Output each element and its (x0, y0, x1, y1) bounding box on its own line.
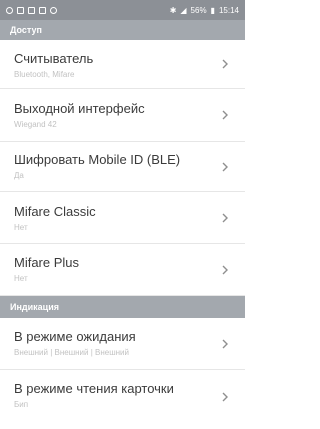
setting-item-standby-mode[interactable]: В режиме ожидания Внешний | Внешний | Вн… (0, 318, 245, 370)
item-subtitle: Да (14, 171, 24, 180)
bluetooth-icon: ✱ (169, 5, 177, 15)
chevron-right-icon (222, 162, 228, 171)
setting-item-encrypt-mobile-id[interactable]: Шифровать Mobile ID (BLE) Да (0, 142, 245, 192)
search-icon (50, 6, 57, 14)
item-title: Шифровать Mobile ID (BLE) (14, 152, 181, 167)
battery-icon: ▮ (210, 5, 215, 15)
signal-icon: ◢ (180, 5, 187, 15)
chevron-right-icon (222, 339, 228, 348)
status-bar: ✱ ◢ 56% ▮ 15:14 (0, 0, 245, 20)
setting-item-mifare-plus[interactable]: Mifare Plus Нет (0, 244, 245, 296)
setting-item-output-interface[interactable]: Выходной интерфейс Wiegand 42 (0, 89, 245, 142)
setting-item-mifare-classic[interactable]: Mifare Classic Нет (0, 192, 245, 244)
chevron-right-icon (222, 110, 228, 120)
battery-percent: 56% (190, 5, 207, 15)
item-subtitle: Bluetooth, Mifare (14, 70, 75, 79)
section-title: Индикация (10, 302, 59, 312)
item-title: В режиме чтения карточки (14, 381, 174, 396)
chevron-right-icon (222, 392, 228, 402)
settings-icon (6, 6, 13, 14)
chevron-right-icon (222, 59, 228, 69)
image-icon (28, 6, 35, 14)
item-subtitle: Wiegand 42 (14, 120, 57, 129)
item-title: Выходной интерфейс (14, 101, 145, 116)
notification-icon (39, 6, 46, 14)
item-title: Mifare Plus (14, 255, 80, 270)
system-indicators: ✱ ◢ 56% ▮ 15:14 (170, 6, 239, 15)
setting-item-reader[interactable]: Считыватель Bluetooth, Mifare (0, 40, 245, 89)
item-title: Считыватель (14, 51, 94, 66)
section-header-access: Доступ (0, 20, 245, 40)
item-subtitle: Нет (14, 223, 28, 232)
item-subtitle: Внешний | Внешний | Внешний (14, 348, 129, 357)
section-title: Доступ (10, 25, 42, 35)
chevron-right-icon (222, 213, 228, 222)
notification-icons (6, 6, 57, 14)
setting-item-card-read-mode[interactable]: В режиме чтения карточки Бип (0, 370, 245, 424)
item-subtitle: Бип (14, 400, 29, 409)
item-subtitle: Нет (14, 274, 28, 283)
message-icon (17, 6, 24, 14)
chevron-right-icon (222, 265, 228, 274)
clock: 15:14 (218, 5, 239, 15)
item-title: В режиме ожидания (14, 329, 136, 344)
section-header-indication: Индикация (0, 296, 245, 318)
item-title: Mifare Classic (14, 204, 96, 219)
